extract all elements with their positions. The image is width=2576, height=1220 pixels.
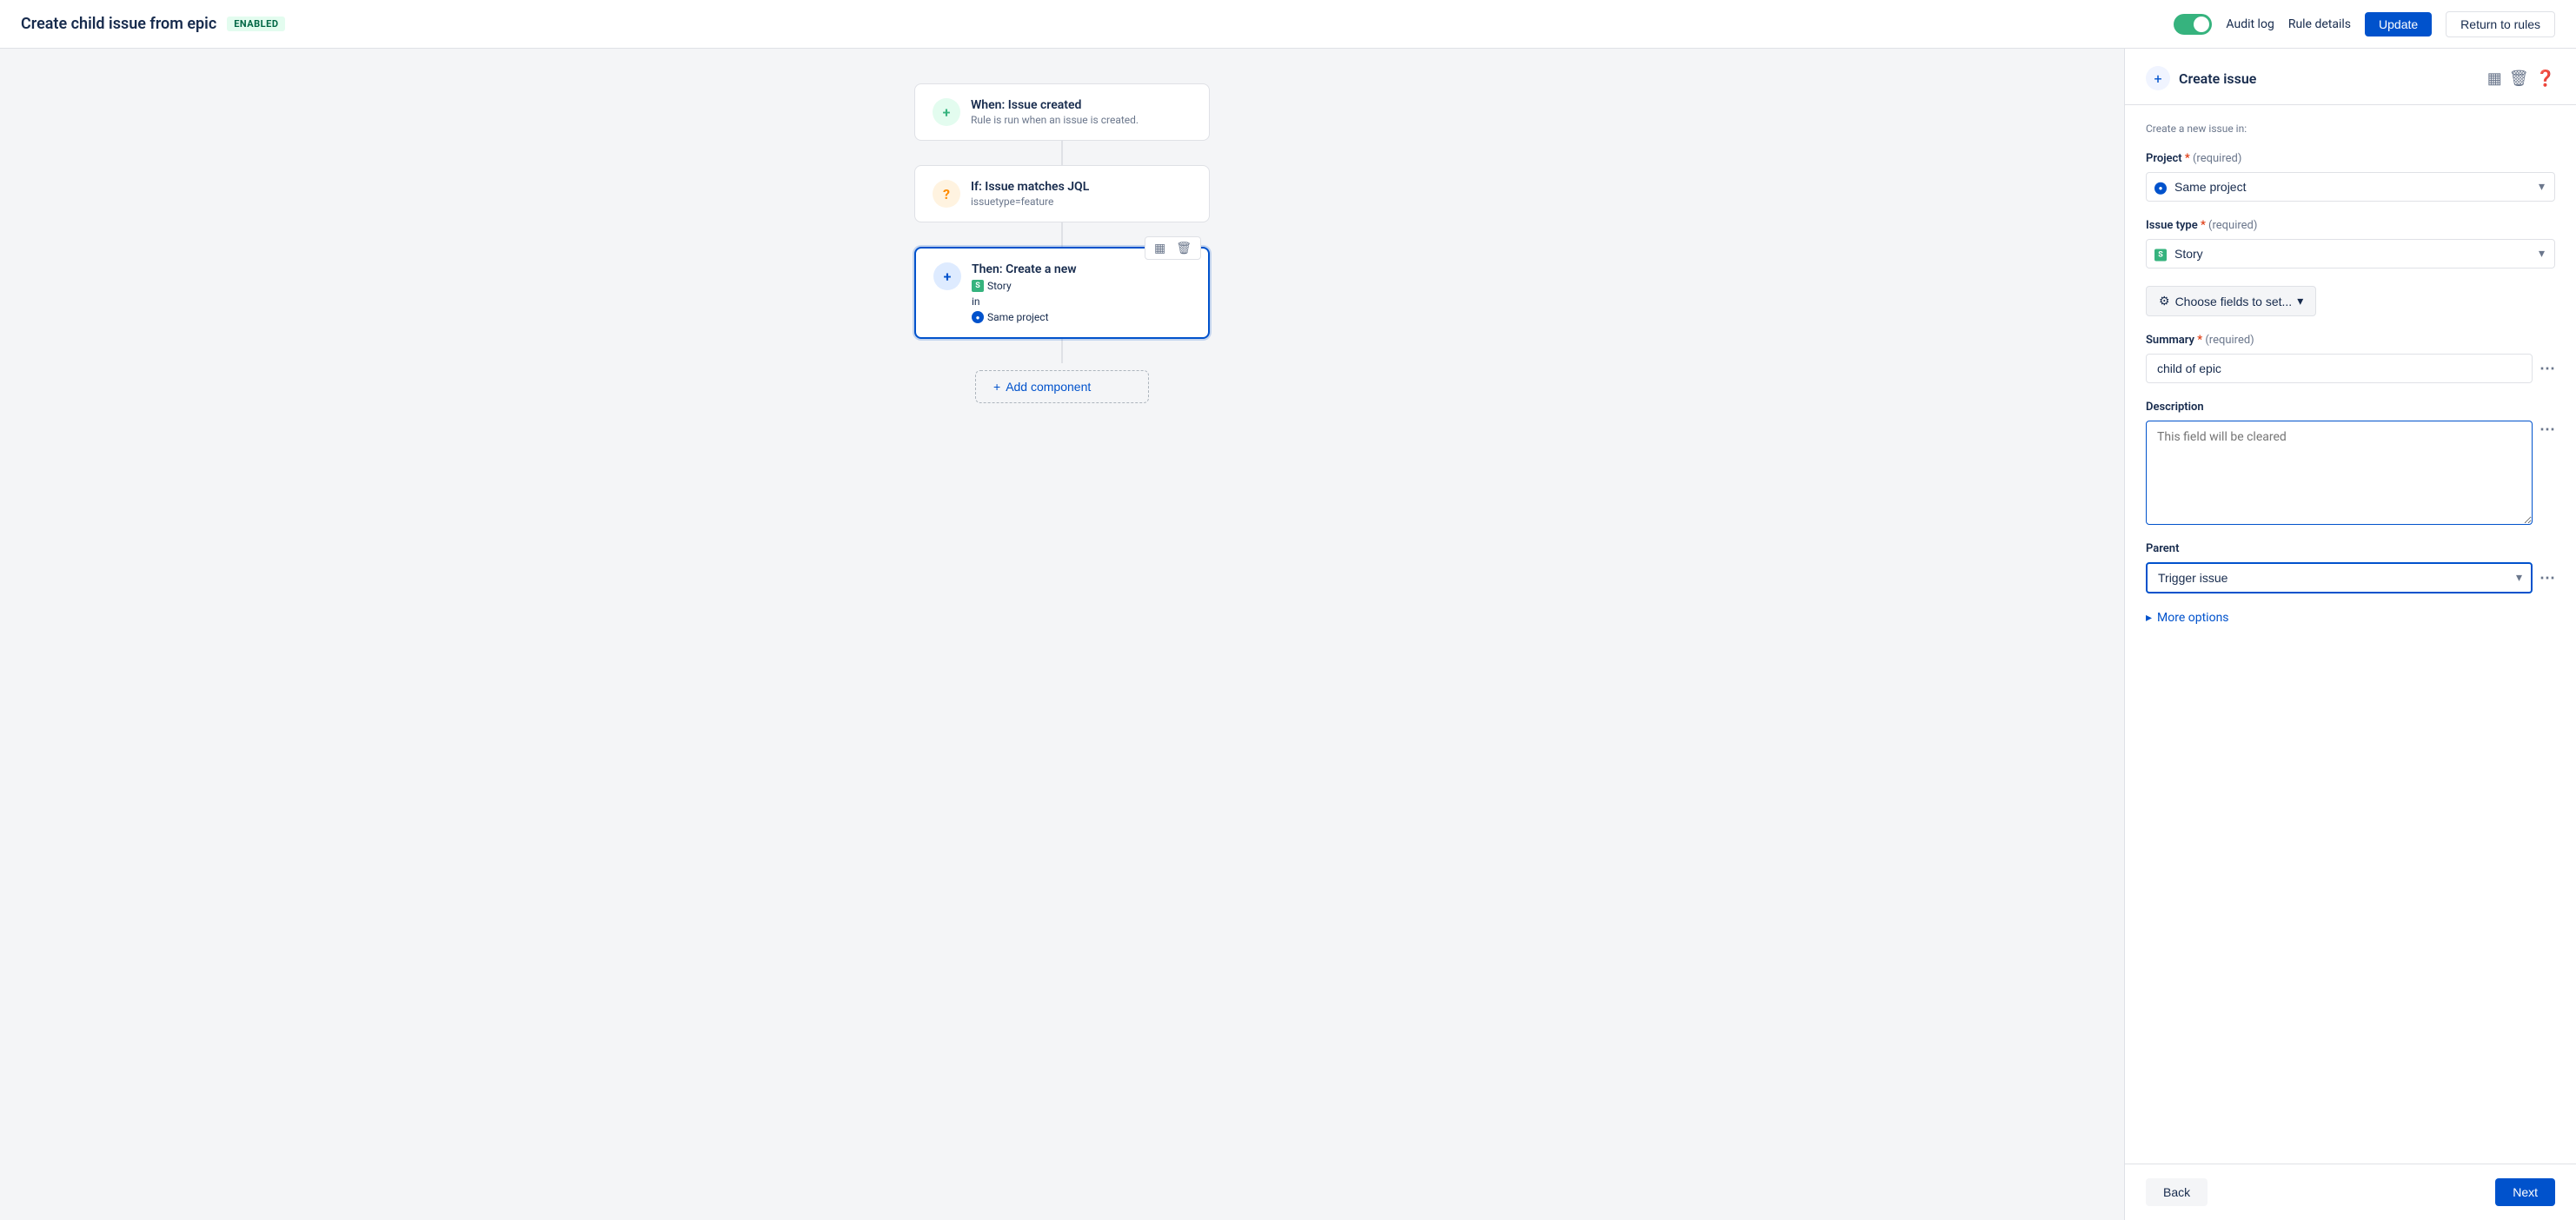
next-button[interactable]: Next xyxy=(2495,1178,2555,1206)
gear-icon: ⚙ xyxy=(2159,294,2170,308)
parent-more-options-icon[interactable]: ⋯ xyxy=(2539,569,2555,587)
summary-required-text: (required) xyxy=(2205,334,2254,347)
node-delete-button[interactable]: 🗑 xyxy=(1172,239,1195,257)
description-textarea[interactable] xyxy=(2146,421,2533,525)
enabled-badge: ENABLED xyxy=(227,17,285,31)
issue-type-select-wrapper: S Story xyxy=(2146,239,2555,269)
parent-row: Trigger issue ⋯ xyxy=(2146,562,2555,593)
action-story-detail: S Story xyxy=(972,280,1191,292)
action-story-label: Story xyxy=(987,280,1012,292)
project-select-icon: ● xyxy=(2154,180,2167,195)
back-button[interactable]: Back xyxy=(2146,1178,2208,1206)
action-in-label: in xyxy=(972,295,1191,308)
description-label: Description xyxy=(2146,401,2555,414)
project-select[interactable]: Same project xyxy=(2146,172,2555,202)
audit-log-link[interactable]: Audit log xyxy=(2226,17,2274,31)
trigger-node[interactable]: + When: Issue created Rule is run when a… xyxy=(914,83,1210,141)
choose-fields-label: Choose fields to set... xyxy=(2175,295,2293,308)
node-actions: ▦ 🗑 xyxy=(1145,236,1201,260)
action-node[interactable]: ▦ 🗑 + Then: Create a new S Story in ● xyxy=(914,247,1210,339)
project-globe-icon: ● xyxy=(2154,182,2167,194)
description-section: Description ⋯ xyxy=(2146,401,2555,525)
panel-header: + Create issue ▦ 🗑 ❓ xyxy=(2125,49,2576,105)
parent-section: Parent Trigger issue ⋯ xyxy=(2146,542,2555,593)
create-in-label: Create a new issue in: xyxy=(2146,123,2555,135)
action-content: Then: Create a new S Story in ● Same pro… xyxy=(972,262,1191,323)
summary-row: ⋯ xyxy=(2146,354,2555,383)
panel-help-icon[interactable]: ❓ xyxy=(2536,70,2555,88)
trigger-icon: + xyxy=(933,98,960,126)
project-icon: ● xyxy=(972,311,984,323)
summary-required-star: * xyxy=(2197,334,2202,347)
trigger-subtitle: Rule is run when an issue is created. xyxy=(971,114,1192,126)
summary-input[interactable] xyxy=(2146,354,2533,383)
trigger-title: When: Issue created xyxy=(971,98,1192,112)
story-type-icon: S xyxy=(2154,249,2167,262)
condition-title: If: Issue matches JQL xyxy=(971,180,1192,194)
issue-type-required-text: (required) xyxy=(2208,219,2257,232)
summary-field-label: Summary * (required) xyxy=(2146,334,2555,347)
parent-select-wrapper: Trigger issue xyxy=(2146,562,2533,593)
project-select-wrapper: ● Same project xyxy=(2146,172,2555,202)
connector-1 xyxy=(1061,141,1063,165)
app-header: Create child issue from epic ENABLED Aud… xyxy=(0,0,2576,49)
panel-copy-icon[interactable]: ▦ xyxy=(2487,70,2502,88)
project-required-star: * xyxy=(2185,152,2190,165)
panel-delete-icon[interactable]: 🗑 xyxy=(2509,70,2529,88)
panel-header-actions: ▦ 🗑 ❓ xyxy=(2487,70,2555,88)
description-more-options-icon[interactable]: ⋯ xyxy=(2539,421,2555,439)
canvas: + When: Issue created Rule is run when a… xyxy=(0,49,2124,1220)
trigger-content: When: Issue created Rule is run when an … xyxy=(971,98,1192,126)
panel-body: Create a new issue in: Project * (requir… xyxy=(2125,105,2576,1164)
right-panel: + Create issue ▦ 🗑 ❓ Create a new issue … xyxy=(2124,49,2576,1220)
project-field-label: Project * (required) xyxy=(2146,152,2555,165)
rule-details-link[interactable]: Rule details xyxy=(2288,17,2351,31)
header-actions: Audit log Rule details Update Return to … xyxy=(2174,11,2555,37)
choose-fields-section: ⚙ Choose fields to set... ▾ xyxy=(2146,286,2555,316)
page-title: Create child issue from epic xyxy=(21,15,216,33)
issue-type-required-star: * xyxy=(2201,219,2206,232)
add-component-plus-icon: + xyxy=(993,380,1000,394)
panel-title: Create issue xyxy=(2179,70,2256,87)
connector-2 xyxy=(1061,222,1063,247)
more-options-label: More options xyxy=(2157,611,2229,625)
issue-type-icon: S xyxy=(2154,247,2167,262)
condition-icon: ? xyxy=(933,180,960,208)
project-required-text: (required) xyxy=(2193,152,2241,165)
condition-subtitle: issuetype=feature xyxy=(971,196,1192,208)
action-icon: + xyxy=(933,262,961,290)
issue-type-label: Issue type * (required) xyxy=(2146,219,2555,232)
condition-content: If: Issue matches JQL issuetype=feature xyxy=(971,180,1192,208)
flow-container: + When: Issue created Rule is run when a… xyxy=(880,83,1245,403)
choose-fields-button[interactable]: ⚙ Choose fields to set... ▾ xyxy=(2146,286,2316,316)
summary-more-options-icon[interactable]: ⋯ xyxy=(2539,360,2555,378)
issue-type-section: Issue type * (required) S Story xyxy=(2146,219,2555,269)
parent-label: Parent xyxy=(2146,542,2555,555)
panel-footer: Back Next xyxy=(2125,1164,2576,1220)
enabled-toggle[interactable] xyxy=(2174,14,2212,35)
panel-plus-icon: + xyxy=(2146,66,2170,90)
action-title: Then: Create a new xyxy=(972,262,1191,276)
node-copy-button[interactable]: ▦ xyxy=(1151,239,1169,257)
action-project-detail: ● Same project xyxy=(972,311,1191,323)
panel-header-left: + Create issue xyxy=(2146,66,2256,90)
more-options-chevron: ▸ xyxy=(2146,611,2152,625)
action-project-label: Same project xyxy=(987,311,1049,323)
main-layout: + When: Issue created Rule is run when a… xyxy=(0,49,2576,1220)
parent-select[interactable]: Trigger issue xyxy=(2146,562,2533,593)
project-section: Project * (required) ● Same project xyxy=(2146,152,2555,202)
return-to-rules-button[interactable]: Return to rules xyxy=(2446,11,2555,37)
story-icon: S xyxy=(972,280,984,292)
add-component-button[interactable]: + Add component xyxy=(975,370,1149,403)
update-button[interactable]: Update xyxy=(2365,12,2432,36)
description-row: ⋯ xyxy=(2146,421,2555,525)
issue-type-select[interactable]: Story xyxy=(2146,239,2555,269)
condition-node[interactable]: ? If: Issue matches JQL issuetype=featur… xyxy=(914,165,1210,222)
create-in-section: Create a new issue in: xyxy=(2146,123,2555,135)
summary-section: Summary * (required) ⋯ xyxy=(2146,334,2555,383)
add-component-label: Add component xyxy=(1006,380,1091,394)
connector-3 xyxy=(1061,339,1063,363)
more-options-link[interactable]: ▸ More options xyxy=(2146,611,2555,625)
choose-fields-chevron: ▾ xyxy=(2297,294,2303,308)
